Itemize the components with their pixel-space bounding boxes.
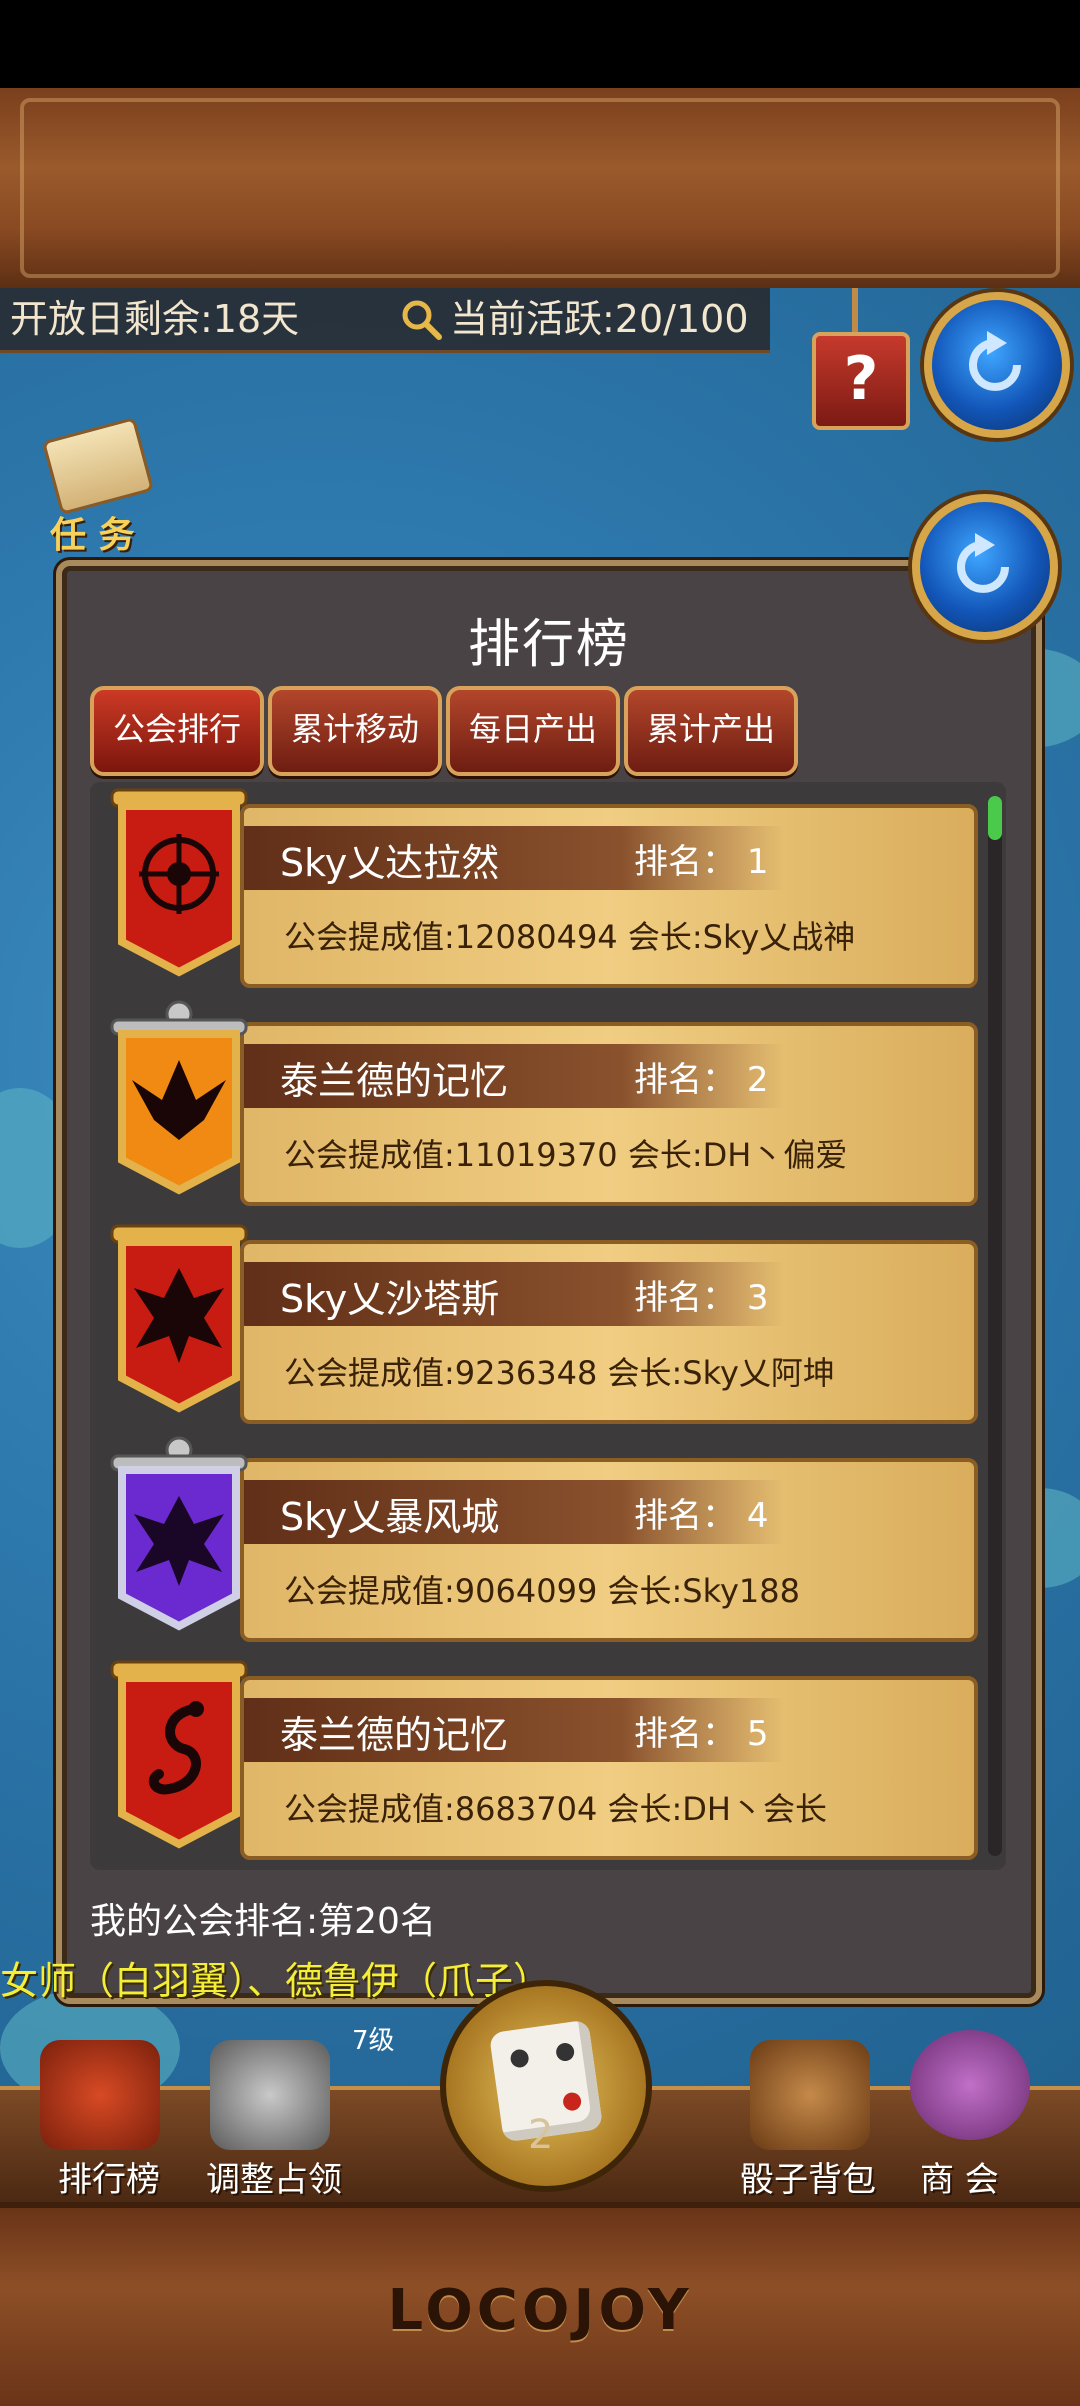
guild-name: Sky乂沙塔斯 — [280, 1277, 500, 1321]
broadcast-marquee: 女师（白羽翼）、德鲁伊（爪子） — [0, 1959, 552, 2003]
scrollbar-thumb[interactable] — [988, 796, 1002, 840]
rank-text: 排名： 1 — [634, 842, 769, 882]
quest-button[interactable]: 任 务 — [40, 416, 155, 558]
ranking-card: Sky乂暴风城 排名： 4 公会提成值:9064099 会长:Sky188 — [240, 1458, 978, 1642]
brand-logo: LOCOJOY — [387, 2278, 693, 2343]
help-chain — [852, 288, 858, 332]
ranking-card: 泰兰德的记忆 排名： 2 公会提成值:11019370 会长:DH丶偏爱 — [240, 1022, 978, 1206]
tab-daily-output[interactable]: 每日产出 — [446, 686, 620, 776]
help-button[interactable]: ? — [812, 332, 910, 430]
guild-name: 泰兰德的记忆 — [280, 1059, 509, 1103]
ranking-card: 泰兰德的记忆 排名： 5 公会提成值:8683704 会长:DH丶会长 — [240, 1676, 978, 1860]
roll-dice-button[interactable] — [440, 1980, 652, 2192]
guild-stats: 公会提成值:9064099 会长:Sky188 — [284, 1572, 800, 1610]
ranking-card: Sky乂达拉然 排名： 1 公会提成值:12080494 会长:Sky乂战神 — [240, 804, 978, 988]
bottom-label-adjust-occupation[interactable]: 调整占领 — [206, 2152, 342, 2201]
bottom-label-guild-shop[interactable]: 商 会 — [920, 2152, 999, 2201]
rank-text: 排名： 3 — [634, 1278, 769, 1318]
dice-count: 2 — [528, 2112, 554, 2158]
my-guild-rank: 我的公会排名:第20名 — [90, 1901, 436, 1942]
tab-total-movement[interactable]: 累计移动 — [268, 686, 442, 776]
guild-stats: 公会提成值:8683704 会长:DH丶会长 — [284, 1790, 827, 1828]
scroll-icon — [41, 416, 155, 516]
quest-label: 任 务 — [50, 515, 135, 556]
guild-banner-dragon-icon — [110, 1224, 248, 1413]
guild-name: Sky乂暴风城 — [280, 1495, 500, 1539]
scrollbar-track[interactable] — [988, 796, 1002, 1856]
ranking-icon[interactable] — [40, 2040, 160, 2150]
back-button-top[interactable] — [924, 292, 1070, 438]
panel-title: 排行榜 — [467, 615, 630, 675]
ranking-panel: 排行榜 公会排行 累计移动 每日产出 累计产出 Sky乂达拉然 排名： 1 公会… — [56, 560, 1042, 2004]
guild-banner-serpent-icon — [110, 1660, 248, 1849]
search-icon[interactable] — [400, 298, 442, 340]
guild-banner-compass-icon — [110, 788, 248, 977]
top-wood-frame — [0, 88, 1080, 294]
guild-name: Sky乂达拉然 — [280, 841, 500, 885]
guild-stats: 公会提成值:11019370 会长:DH丶偏爱 — [284, 1136, 848, 1174]
piggy-bank-icon[interactable] — [910, 2030, 1030, 2140]
ranking-row[interactable]: Sky乂沙塔斯 排名： 3 公会提成值:9236348 会长:Sky乂阿坤 — [90, 1218, 982, 1424]
ranking-row[interactable]: 泰兰德的记忆 排名： 5 公会提成值:8683704 会长:DH丶会长 — [90, 1654, 982, 1860]
bottom-label-dice-bag[interactable]: 骰子背包 — [740, 2152, 876, 2201]
level-text: 7级 — [352, 2026, 395, 2056]
rank-text: 排名： 2 — [634, 1060, 769, 1100]
status-bar — [0, 0, 1080, 88]
tab-total-output[interactable]: 累计产出 — [624, 686, 798, 776]
backpack-icon[interactable] — [750, 2040, 870, 2150]
ranking-row[interactable]: 泰兰德的记忆 排名： 2 公会提成值:11019370 会长:DH丶偏爱 — [90, 1000, 982, 1206]
guild-banner-phoenix-icon — [110, 1000, 248, 1195]
rank-text: 排名： 4 — [634, 1496, 769, 1536]
bottom-label-ranking[interactable]: 排行榜 — [58, 2152, 160, 2201]
guild-banner-dragon-icon — [110, 1436, 248, 1631]
ranking-card: Sky乂沙塔斯 排名： 3 公会提成值:9236348 会长:Sky乂阿坤 — [240, 1240, 978, 1424]
info-bar: 开放日剩余:18天 当前活跃:20/100 — [0, 288, 770, 353]
tab-guild-ranking[interactable]: 公会排行 — [90, 686, 264, 776]
ranking-row[interactable]: Sky乂暴风城 排名： 4 公会提成值:9064099 会长:Sky188 — [90, 1436, 982, 1642]
ranking-row[interactable]: Sky乂达拉然 排名： 1 公会提成值:12080494 会长:Sky乂战神 — [90, 782, 982, 988]
rank-text: 排名： 5 — [634, 1714, 769, 1754]
guild-name: 泰兰德的记忆 — [280, 1713, 509, 1757]
return-arrow-icon — [969, 331, 1021, 391]
guild-stats: 公会提成值:12080494 会长:Sky乂战神 — [284, 918, 856, 956]
crossed-swords-icon[interactable] — [210, 2040, 330, 2150]
days-remaining-text: 开放日剩余:18天 — [10, 297, 300, 341]
return-arrow-icon — [957, 533, 1009, 593]
active-count-text: 当前活跃:20/100 — [450, 297, 749, 341]
close-panel-button[interactable] — [912, 494, 1058, 640]
guild-stats: 公会提成值:9236348 会长:Sky乂阿坤 — [284, 1354, 835, 1392]
ranking-list[interactable]: Sky乂达拉然 排名： 1 公会提成值:12080494 会长:Sky乂战神 泰… — [90, 782, 1006, 1870]
